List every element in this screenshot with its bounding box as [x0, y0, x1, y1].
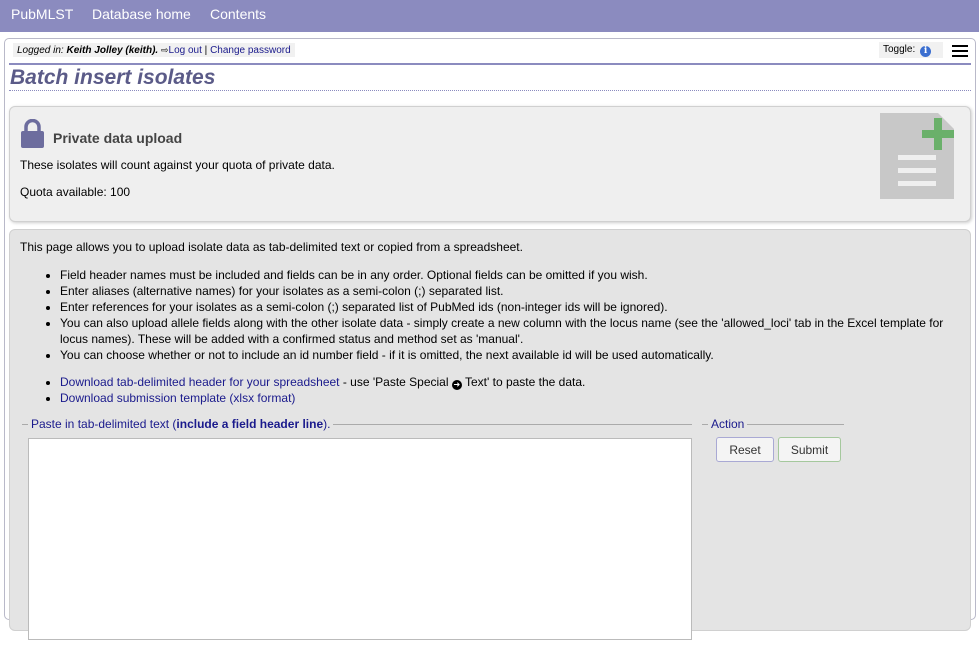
- logged-in-label: Logged in:: [17, 45, 64, 56]
- instruction-item: Field header names must be included and …: [60, 267, 965, 283]
- private-data-text: These isolates will count against your q…: [20, 158, 335, 172]
- instruction-item: You can choose whether or not to include…: [60, 347, 965, 363]
- change-password-link[interactable]: Change password: [210, 45, 291, 56]
- private-data-box: Private data upload These isolates will …: [9, 106, 971, 222]
- reset-button[interactable]: Reset: [716, 437, 774, 462]
- top-navigation-bar: PubMLST Database home Contents: [0, 0, 979, 32]
- download-header-hint-a: - use 'Paste Special: [339, 375, 452, 389]
- toggle-label: Toggle:: [883, 44, 916, 55]
- arrow-right-circle-icon: ➜: [451, 380, 462, 390]
- user-status-bar: Logged in: Keith Jolley (keith). ⇨Log ou…: [13, 43, 295, 57]
- toggle-help[interactable]: Toggle: i: [879, 42, 943, 58]
- nav-database-home-link[interactable]: Database home: [92, 6, 191, 22]
- nav-pubmlst-link[interactable]: PubMLST: [11, 6, 73, 22]
- paste-legend: Paste in tab-delimited text (include a f…: [31, 417, 331, 431]
- logout-icon: ⇨: [160, 45, 169, 55]
- action-legend: Action: [711, 417, 745, 431]
- info-icon[interactable]: i: [920, 46, 932, 57]
- nav-contents-link[interactable]: Contents: [210, 6, 266, 22]
- instructions-list: Field header names must be included and …: [20, 267, 965, 363]
- instructions-box: This page allows you to upload isolate d…: [9, 229, 971, 640]
- instruction-item: You can also upload allele fields along …: [60, 315, 965, 347]
- private-data-heading: Private data upload: [53, 130, 183, 146]
- download-links-list: Download tab-delimited header for your s…: [20, 374, 585, 406]
- download-header-item: Download tab-delimited header for your s…: [60, 374, 585, 390]
- download-header-link[interactable]: Download tab-delimited header for your s…: [60, 375, 340, 389]
- instruction-item: Enter references for your isolates as a …: [60, 299, 965, 315]
- intro-text: This page allows you to upload isolate d…: [20, 240, 523, 254]
- title-bottom-rule: [9, 90, 971, 91]
- download-template-link[interactable]: Download submission template (xlsx forma…: [60, 391, 295, 405]
- username: Keith Jolley (keith).: [66, 45, 159, 56]
- quota-text: Quota available: 100: [20, 185, 131, 199]
- submit-button[interactable]: Submit: [778, 437, 841, 462]
- add-document-icon: [880, 113, 954, 199]
- download-header-hint-b: Text' to paste the data.: [461, 375, 586, 389]
- logout-link[interactable]: Log out: [169, 45, 202, 56]
- main-panel: Logged in: Keith Jolley (keith). ⇨Log ou…: [4, 38, 976, 640]
- page-title: Batch insert isolates: [10, 66, 216, 89]
- title-top-rule: [9, 63, 971, 65]
- paste-data-textarea[interactable]: [28, 438, 692, 640]
- instruction-item: Enter aliases (alternative names) for yo…: [60, 283, 965, 299]
- download-template-item: Download submission template (xlsx forma…: [60, 390, 585, 406]
- hamburger-menu-icon[interactable]: [952, 45, 968, 57]
- lock-icon: [21, 119, 44, 148]
- separator: |: [204, 45, 208, 56]
